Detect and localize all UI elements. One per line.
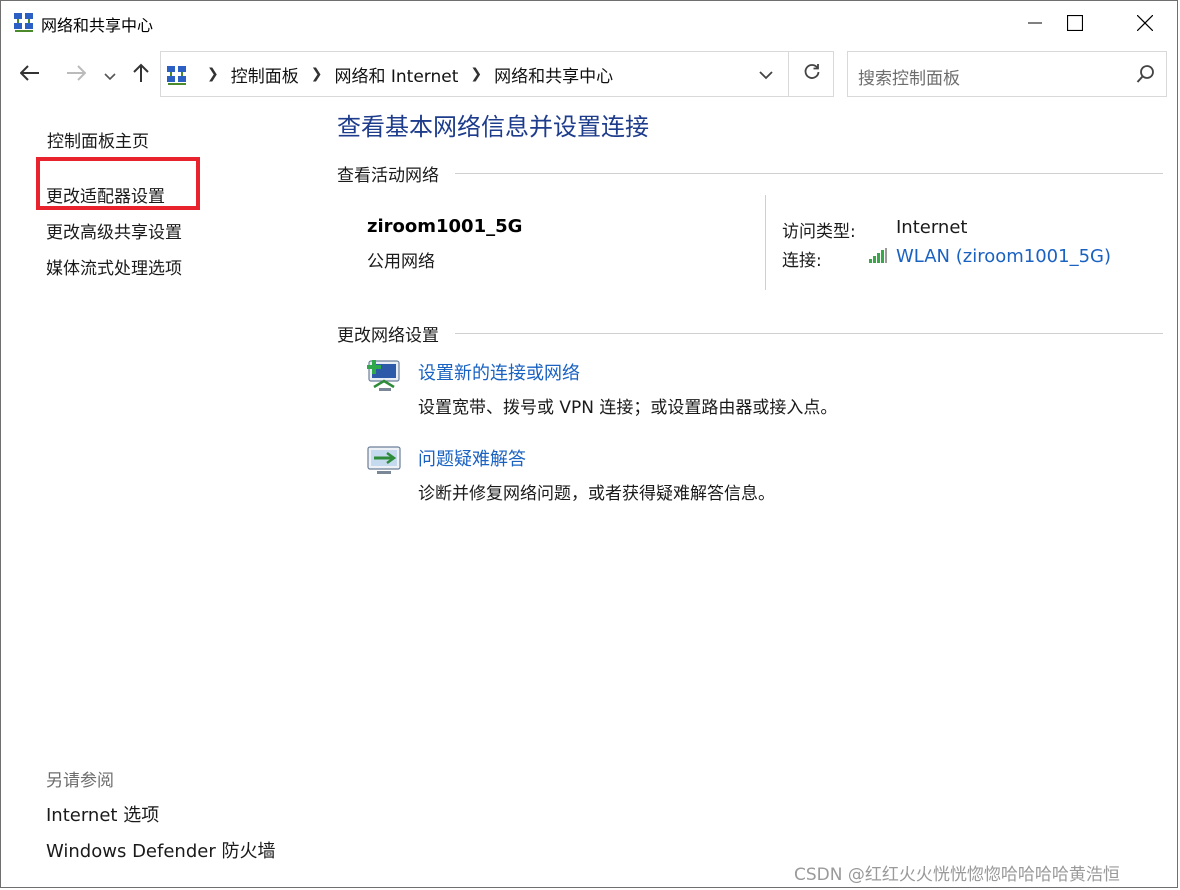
- change-adapter-settings-link[interactable]: 更改适配器设置: [46, 182, 165, 207]
- chevron-right-icon[interactable]: ❯: [470, 66, 482, 82]
- network-name: ziroom1001_5G: [367, 216, 523, 237]
- change-network-settings-heading: 更改网络设置: [337, 326, 439, 346]
- troubleshoot-icon: [365, 445, 403, 481]
- connection-label: 连接:: [782, 251, 822, 271]
- breadcrumb-network-internet[interactable]: 网络和 Internet: [334, 62, 458, 87]
- refresh-icon: [803, 63, 821, 85]
- new-connection-icon: [365, 357, 403, 397]
- maximize-button[interactable]: [1045, 1, 1105, 45]
- active-networks-heading: 查看活动网络: [337, 166, 439, 186]
- search-placeholder: 搜索控制面板: [858, 69, 960, 89]
- watermark: CSDN @红红火火恍恍惚惚哈哈哈哈黄浩恒: [794, 865, 1120, 885]
- access-type-label: 访问类型:: [782, 222, 856, 242]
- see-also-heading: 另请参阅: [46, 771, 114, 791]
- network-sharing-icon: [13, 11, 35, 33]
- control-panel-home-link[interactable]: 控制面板主页: [47, 127, 149, 152]
- address-history-button[interactable]: [749, 52, 783, 96]
- window: 网络和共享中心 ❯ 控制面板 ❯ 网络和 Internet ❯ 网络和共享中心 …: [0, 0, 1178, 888]
- page-title: 查看基本网络信息并设置连接: [337, 113, 649, 141]
- arrow-right-icon: [66, 65, 87, 85]
- network-info-divider: [765, 195, 766, 290]
- troubleshoot-link[interactable]: 问题疑难解答: [418, 445, 526, 471]
- chevron-right-icon[interactable]: ❯: [207, 66, 219, 82]
- advanced-sharing-settings-link[interactable]: 更改高级共享设置: [46, 218, 182, 243]
- network-sharing-icon: [166, 64, 188, 86]
- access-type-value: Internet: [896, 217, 968, 238]
- search-input[interactable]: 搜索控制面板: [847, 51, 1167, 97]
- back-button[interactable]: [15, 61, 45, 89]
- network-type[interactable]: 公用网络: [367, 247, 435, 272]
- forward-button[interactable]: [61, 61, 91, 89]
- chevron-right-icon[interactable]: ❯: [311, 66, 323, 82]
- internet-options-link[interactable]: Internet 选项: [46, 801, 159, 827]
- arrow-up-icon: [133, 63, 149, 87]
- refresh-button[interactable]: [788, 52, 834, 96]
- chevron-down-icon: [759, 65, 773, 84]
- breadcrumb-network-sharing-center[interactable]: 网络和共享中心: [494, 62, 613, 87]
- window-title: 网络和共享中心: [41, 16, 154, 35]
- section-divider: [455, 333, 1163, 334]
- search-icon[interactable]: [1136, 64, 1156, 88]
- address-bar[interactable]: ❯ 控制面板 ❯ 网络和 Internet ❯ 网络和共享中心: [160, 51, 834, 97]
- chevron-down-icon: [104, 66, 116, 85]
- breadcrumb-control-panel[interactable]: 控制面板: [231, 62, 299, 87]
- close-button[interactable]: [1115, 1, 1175, 45]
- breadcrumb: ❯ 控制面板 ❯ 网络和 Internet ❯ 网络和共享中心: [195, 52, 613, 96]
- media-streaming-options-link[interactable]: 媒体流式处理选项: [46, 254, 182, 279]
- recent-locations-button[interactable]: [101, 61, 119, 89]
- troubleshoot-description: 诊断并修复网络问题，或者获得疑难解答信息。: [418, 484, 775, 504]
- defender-firewall-link[interactable]: Windows Defender 防火墙: [46, 837, 275, 863]
- setup-new-connection-description: 设置宽带、拨号或 VPN 连接；或设置路由器或接入点。: [418, 398, 838, 418]
- arrow-left-icon: [19, 65, 40, 85]
- title-bar: 网络和共享中心: [1, 1, 1177, 45]
- section-divider: [455, 173, 1163, 174]
- wifi-signal-icon: [868, 248, 888, 268]
- up-button[interactable]: [127, 61, 155, 89]
- wlan-connection-link[interactable]: WLAN (ziroom1001_5G): [896, 246, 1111, 267]
- setup-new-connection-link[interactable]: 设置新的连接或网络: [418, 359, 580, 385]
